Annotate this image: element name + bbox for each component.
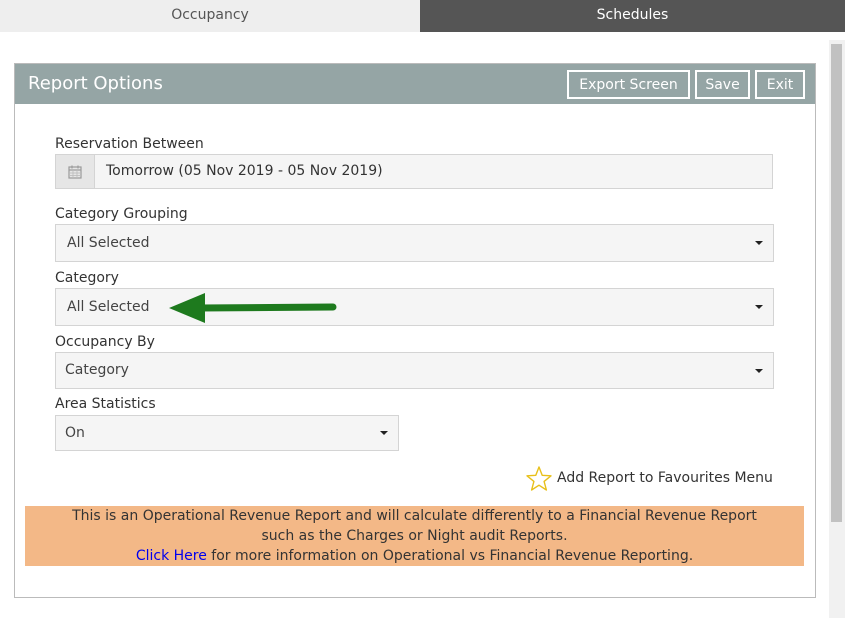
chevron-down-icon: [755, 305, 763, 309]
tab-occupancy[interactable]: Occupancy: [0, 0, 420, 32]
tab-schedules[interactable]: Schedules: [420, 0, 845, 32]
report-options-panel: Report Options Export Screen Save Exit R…: [14, 63, 816, 598]
area-statistics-select[interactable]: On: [55, 415, 399, 451]
calendar-icon: [68, 165, 82, 179]
save-button[interactable]: Save: [695, 70, 750, 99]
panel-title: Report Options: [28, 73, 163, 94]
reservation-between-value: Tomorrow (05 Nov 2019 - 05 Nov 2019): [106, 163, 383, 179]
chevron-down-icon: [755, 369, 763, 373]
area-statistics-value: On: [65, 425, 85, 441]
category-select[interactable]: All Selected: [55, 288, 774, 326]
occupancy-by-label: Occupancy By: [55, 334, 155, 350]
category-grouping-select[interactable]: All Selected: [55, 224, 774, 262]
add-to-favourites-label: Add Report to Favourites Menu: [557, 470, 773, 486]
notice-line-3-text: for more information on Operational vs F…: [206, 548, 694, 564]
star-icon[interactable]: [525, 465, 553, 493]
notice-line-2: such as the Charges or Night audit Repor…: [261, 528, 568, 544]
category-grouping-value: All Selected: [67, 235, 150, 251]
tab-bar: Occupancy Schedules: [0, 0, 845, 32]
notice-line-3: Click Here for more information on Opera…: [25, 546, 804, 566]
scrollbar-thumb[interactable]: [831, 44, 842, 522]
notice-line-1: This is an Operational Revenue Report an…: [72, 508, 757, 524]
occupancy-by-value: Category: [65, 362, 129, 378]
export-screen-button[interactable]: Export Screen: [567, 70, 690, 99]
exit-button[interactable]: Exit: [755, 70, 805, 99]
chevron-down-icon: [380, 431, 388, 435]
category-label: Category: [55, 270, 119, 286]
operational-revenue-notice: This is an Operational Revenue Report an…: [25, 506, 804, 566]
category-value: All Selected: [67, 299, 150, 315]
chevron-down-icon: [755, 241, 763, 245]
occupancy-by-select[interactable]: Category: [55, 352, 774, 389]
category-grouping-label: Category Grouping: [55, 206, 188, 222]
reservation-between-field[interactable]: Tomorrow (05 Nov 2019 - 05 Nov 2019): [55, 154, 773, 189]
area-statistics-label: Area Statistics: [55, 396, 156, 412]
calendar-addon[interactable]: [56, 155, 95, 188]
reservation-between-label: Reservation Between: [55, 136, 204, 152]
pointer-arrow-icon: [169, 293, 337, 323]
click-here-link[interactable]: Click Here: [136, 548, 207, 564]
panel-header: Report Options Export Screen Save Exit: [15, 64, 815, 104]
